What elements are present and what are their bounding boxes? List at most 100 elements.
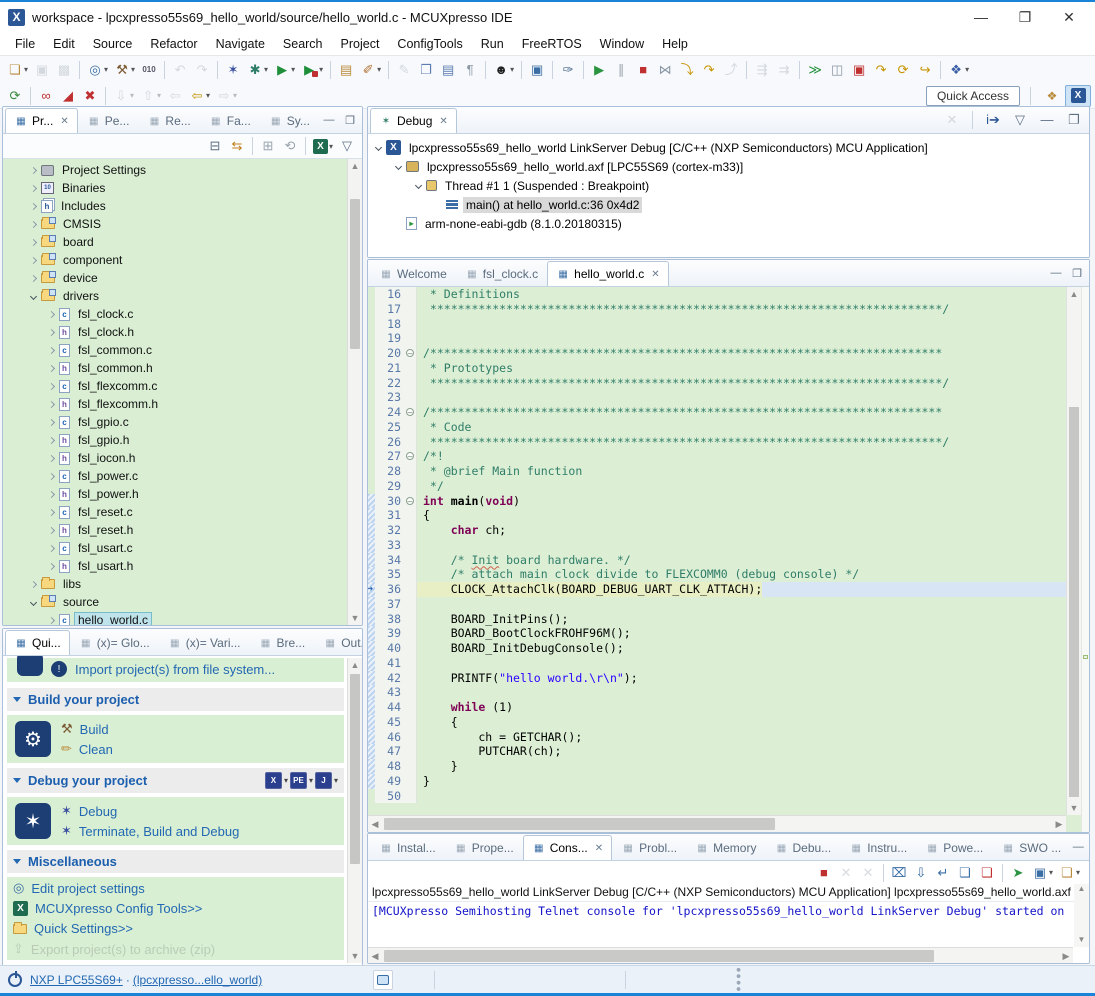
run-button[interactable]: ▶▾ [272,59,297,81]
tree-item-component[interactable]: component [3,251,362,269]
tree-item-fsl-common-c[interactable]: cfsl_common.c [3,341,362,359]
action-debug[interactable]: ✶Debug [61,803,239,819]
maximize-button[interactable]: ❐ [1069,267,1085,280]
fold-collapse-icon[interactable]: – [406,408,414,416]
last-edit-button[interactable]: ⇦ [165,85,185,107]
tab-welcome[interactable]: ▦Welcome [370,261,456,286]
view-menu-button[interactable]: ▽ [337,135,357,157]
pin-console-button[interactable]: ➤ [1008,862,1028,884]
word-wrap-button[interactable]: ↵ [933,862,953,884]
code-line-29[interactable]: 29 */ [368,479,1066,494]
code-line-37[interactable]: 37 [368,597,1066,612]
maximize-button[interactable]: ❐ [342,114,358,127]
pilcrow-button[interactable]: ¶ [460,59,480,81]
tab--x-glo-[interactable]: ▦(x)= Glo... [70,630,159,655]
code-line-46[interactable]: 46 ch = GETCHAR(); [368,730,1066,745]
project-settings-button[interactable]: ◎▾ [85,59,110,81]
code-line-16[interactable]: 16 * Definitions [368,287,1066,302]
code-editor[interactable]: 16 * Definitions17 *********************… [368,287,1066,815]
project-status-link[interactable]: (lpcxpresso...ello_world) [133,973,262,987]
menu-edit[interactable]: Edit [44,34,84,54]
chevron-right-icon[interactable] [48,472,55,479]
chevron-right-icon[interactable] [48,346,55,353]
code-line-25[interactable]: 25 * Code [368,420,1066,435]
chevron-down-icon[interactable] [415,182,422,189]
code-line-45[interactable]: 45 { [368,715,1066,730]
step-return-button[interactable]: ⤴ [721,59,741,81]
quick-access-button[interactable]: Quick Access [926,86,1020,106]
undo-button[interactable]: ↶ [170,59,190,81]
code-line-24[interactable]: 24–/************************************… [368,405,1066,420]
menu-project[interactable]: Project [332,34,389,54]
redo-button[interactable]: ↷ [192,59,212,81]
statusbar-drag-handle[interactable]: ●●●● [734,967,744,993]
tree-item-libs[interactable]: libs [3,575,362,593]
code-line-48[interactable]: 48 } [368,759,1066,774]
menu-help[interactable]: Help [653,34,697,54]
user-button[interactable]: ☻▾ [491,59,516,81]
vendor-chip-link[interactable]: NXP LPC55S69+ [30,973,123,987]
show-full-paths-button[interactable]: i➔ [983,109,1003,131]
resume-all-button[interactable]: ≫ [805,59,825,81]
resume-button[interactable]: ▶ [589,59,609,81]
instruction-step-over-button[interactable]: ⇉ [774,59,794,81]
tree-item-cmsis[interactable]: CMSIS [3,215,362,233]
menu-window[interactable]: Window [591,34,653,54]
minimize-button[interactable]: — [1037,109,1057,131]
forward-button[interactable]: ⇨▾ [214,85,239,107]
tab-instru-[interactable]: ▦Instru... [840,835,916,860]
tab-memory[interactable]: ▦Memory [686,835,765,860]
minimize-window-button[interactable]: — [959,3,1003,31]
link-chain-button[interactable]: ∞ [36,85,56,107]
chevron-down-icon[interactable] [30,598,37,605]
tab-pe-[interactable]: ▦Pe... [78,108,139,133]
editor-vertical-scrollbar[interactable]: ▲ ▼ [1066,287,1081,815]
tab-powe-[interactable]: ▦Powe... [916,835,992,860]
debug-tree-item[interactable]: Thread #1 1 (Suspended : Breakpoint) [368,176,1089,195]
tree-item-fsl-usart-c[interactable]: cfsl_usart.c [3,539,362,557]
menu-freertos[interactable]: FreeRTOS [513,34,591,54]
tab-probl-[interactable]: ▦Probl... [612,835,686,860]
maximize-button[interactable]: ❐ [1064,109,1084,131]
reload-button[interactable]: ↪ [915,59,935,81]
dropdown-arrow-icon[interactable]: ▾ [309,776,313,785]
terminate-button[interactable]: ■ [814,862,834,884]
tab-fsl-clock-c[interactable]: ▦fsl_clock.c [456,261,547,286]
menu-source[interactable]: Source [84,34,142,54]
tree-item-fsl-flexcomm-c[interactable]: cfsl_flexcomm.c [3,377,362,395]
tree-item-fsl-power-h[interactable]: hfsl_power.h [3,485,362,503]
tree-item-fsl-clock-h[interactable]: hfsl_clock.h [3,323,362,341]
tree-item-drivers[interactable]: drivers [3,287,362,305]
probe-pe-button[interactable]: PE [290,772,307,789]
launch-status-icon[interactable] [373,970,393,990]
menu-configtools[interactable]: ConfigTools [388,34,471,54]
prev-annotation-button[interactable]: ⇧▾ [138,85,163,107]
remove-terminated-button[interactable]: ✕ [942,109,962,131]
debug-tree-item[interactable]: lpcxpresso55s69_hello_world.axf [LPC55S6… [368,157,1089,176]
tab-prope-[interactable]: ▦Prope... [445,835,523,860]
remove-all-launches-button[interactable]: ✕ [858,862,878,884]
chevron-down-icon[interactable] [375,144,382,151]
action-mcuxpresso-config-tools-[interactable]: XMCUXpresso Config Tools>> [13,901,338,916]
debug-config-button[interactable]: ✱▾ [245,59,270,81]
chevron-right-icon[interactable] [30,220,37,227]
open-console-button[interactable]: ❏▾ [1057,862,1082,884]
tab-bre-[interactable]: ▦Bre... [250,630,315,655]
chevron-right-icon[interactable] [48,616,55,623]
tree-item-binaries[interactable]: 10Binaries [3,179,362,197]
menu-run[interactable]: Run [472,34,513,54]
suspend-all-button[interactable]: ◫ [827,59,847,81]
code-line-19[interactable]: 19 [368,331,1066,346]
code-line-27[interactable]: 27–/*! [368,449,1066,464]
code-line-36[interactable]: ➜36 CLOCK_AttachClk(BOARD_DEBUG_UART_CLK… [368,582,1066,597]
chevron-right-icon[interactable] [48,382,55,389]
action-quick-settings-[interactable]: Quick Settings>> [13,921,338,936]
editor-horizontal-scrollbar[interactable]: ◀ ▶ [368,815,1066,832]
probe-j-button[interactable]: J [315,772,332,789]
save-all-button[interactable]: ▩ [54,59,74,81]
menu-navigate[interactable]: Navigate [207,34,274,54]
new-wizard-button[interactable]: ❏▾ [5,59,30,81]
tree-item-fsl-reset-c[interactable]: cfsl_reset.c [3,503,362,521]
tab-hello-world-c[interactable]: ▦hello_world.c✕ [547,261,668,286]
tree-item-board[interactable]: board [3,233,362,251]
